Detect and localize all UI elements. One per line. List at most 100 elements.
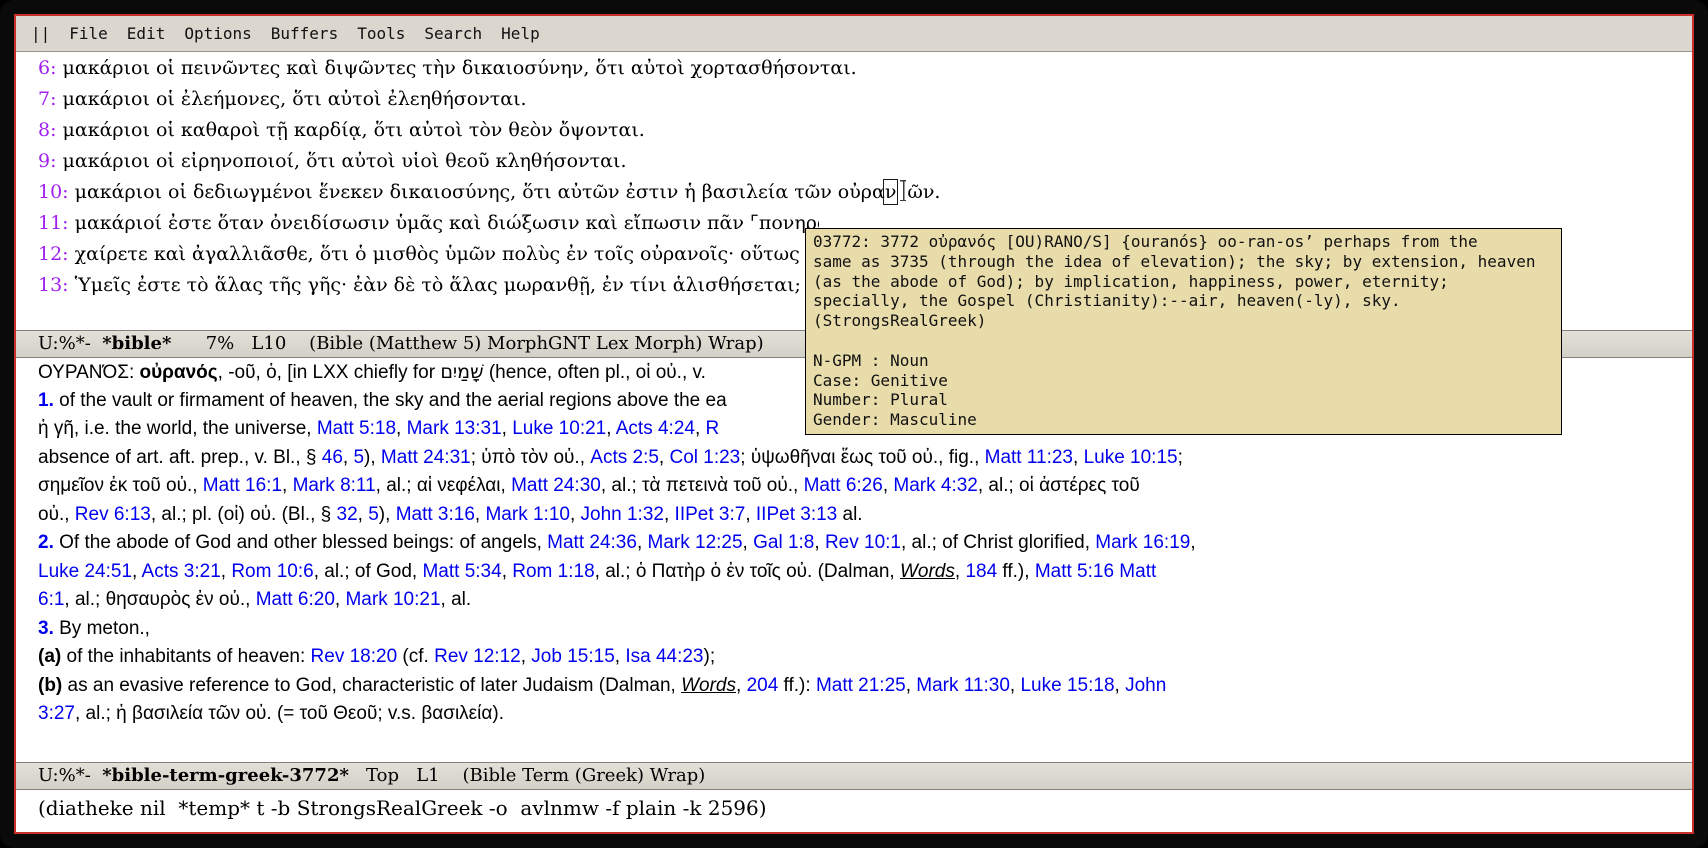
bible-reference-link[interactable]: Matt 6:26 xyxy=(804,475,883,496)
menu-search[interactable]: Search xyxy=(424,24,482,43)
bible-reference-link[interactable]: Rom 10:6 xyxy=(231,561,313,582)
bible-reference-link[interactable]: Matt 24:30 xyxy=(511,475,601,496)
text-segment: Top L1 (Bible Term (Greek) Wrap) xyxy=(349,765,705,786)
bible-reference-link[interactable]: Matt 21:25 xyxy=(816,675,906,696)
text-segment: , -οῦ, ὁ, [in LXX chiefly for xyxy=(218,362,441,383)
text-segment: *bible-term-greek-3772* xyxy=(102,765,349,786)
bible-reference-link[interactable]: 1. xyxy=(38,390,54,411)
bible-reference-link[interactable]: IIPet 3:13 xyxy=(756,504,837,525)
text-segment: , xyxy=(743,532,754,553)
bible-reference-link[interactable]: John 1:32 xyxy=(581,504,664,525)
menu-buffers[interactable]: Buffers xyxy=(271,24,338,43)
bible-reference-link[interactable]: Acts 3:21 xyxy=(142,561,221,582)
text-segment: , xyxy=(1010,675,1021,696)
bible-reference-link[interactable]: 46 xyxy=(322,447,343,468)
text-segment: , al. xyxy=(441,589,472,610)
text-segment: μακάριοι οἱ πεινῶντες καὶ διψῶντες τὴν δ… xyxy=(57,57,857,79)
bible-verse-line-13: 13: Ὑμεῖς ἐστε τὸ ἅλας τῆς γῆς· ἐὰν δὲ τ… xyxy=(16,270,819,301)
bible-reference-link[interactable]: Acts 4:24 xyxy=(616,418,695,439)
bible-reference-link[interactable]: Luke 24:51 xyxy=(38,561,132,582)
text-segment: (a) xyxy=(38,646,61,667)
bible-reference-link[interactable]: 6:1 xyxy=(38,589,64,610)
bible-reference-link[interactable]: Col 1:23 xyxy=(669,447,740,468)
bible-reference-link[interactable]: Luke 10:15 xyxy=(1084,447,1178,468)
text-segment: , xyxy=(664,504,675,525)
lexicon-line: ἡ γῆ, i.e. the world, the universe, Matt… xyxy=(16,415,819,444)
text-segment: , al.; αἱ νεφέλαι, xyxy=(376,475,511,496)
bible-reference-link[interactable]: 32 xyxy=(337,504,358,525)
verse-number: 6: xyxy=(38,57,57,79)
bible-reference-link[interactable]: Luke 15:18 xyxy=(1020,675,1114,696)
bible-reference-link[interactable]: Gal 1:8 xyxy=(753,532,814,553)
tooltip-line: Case: Genitive xyxy=(813,371,1554,391)
text-segment: By meton., xyxy=(54,618,150,639)
bible-reference-link[interactable]: Job 15:15 xyxy=(531,646,614,667)
bible-reference-link[interactable]: Matt 3:16 xyxy=(396,504,475,525)
bible-reference-link[interactable]: 2. xyxy=(38,532,54,553)
bible-reference-link[interactable]: 3:27 xyxy=(38,703,75,724)
bible-reference-link[interactable]: Rev 6:13 xyxy=(75,504,151,525)
text-segment: as an evasive reference to God, characte… xyxy=(62,675,681,696)
buffer-indicator[interactable]: || xyxy=(31,24,50,43)
text-segment: , xyxy=(1073,447,1084,468)
bible-reference-link[interactable]: Acts 2:5 xyxy=(590,447,659,468)
bible-reference-link[interactable]: Matt 5:34 xyxy=(422,561,501,582)
text-segment: μακάριοί ἐστε ὅταν ὀνειδίσωσιν ὑμᾶς καὶ … xyxy=(69,212,819,234)
bible-reference-link[interactable]: 3. xyxy=(38,618,54,639)
bible-reference-link[interactable]: Matt 24:36 xyxy=(547,532,637,553)
text-segment: , xyxy=(1190,532,1195,553)
text-segment: σημεῖον ἐκ τοῦ οὐ., xyxy=(38,475,203,496)
lexicon-line: (b) as an evasive reference to God, char… xyxy=(16,672,1692,701)
bible-reference-link[interactable]: Matt 24:31 xyxy=(381,447,471,468)
bible-reference-link[interactable]: Rev 10:1 xyxy=(825,532,901,553)
lexicon-line: 3. By meton., xyxy=(16,615,1692,644)
bible-reference-link[interactable]: John xyxy=(1125,675,1166,696)
bible-reference-link[interactable]: 5 xyxy=(368,504,379,525)
text-segment: ), xyxy=(364,447,381,468)
text-segment: (hence, often pl., οἱ οὐ., v. xyxy=(484,362,706,383)
text-segment: , xyxy=(745,504,756,525)
bible-reference-link[interactable]: Rev 18:20 xyxy=(311,646,398,667)
bible-reference-link[interactable]: IIPet 3:7 xyxy=(675,504,746,525)
text-segment: ff.), xyxy=(997,561,1035,582)
bible-reference-link[interactable]: Isa 44:23 xyxy=(625,646,703,667)
bible-reference-link[interactable]: 204 xyxy=(747,675,779,696)
bible-reference-link[interactable]: Luke 10:21 xyxy=(512,418,606,439)
bible-reference-link[interactable]: Mark 11:30 xyxy=(916,675,1010,696)
bible-reference-link[interactable]: Rev 12:12 xyxy=(434,646,521,667)
bible-reference-link[interactable]: Matt 5:18 xyxy=(317,418,396,439)
bible-reference-link[interactable]: Rom 1:18 xyxy=(512,561,594,582)
bible-reference-link[interactable]: Mark 1:10 xyxy=(485,504,569,525)
bible-reference-link[interactable]: Mark 12:25 xyxy=(648,532,743,553)
modeline-lexicon-buffer[interactable]: U:%*- *bible-term-greek-3772* Top L1 (Bi… xyxy=(16,762,1692,790)
text-segment: , xyxy=(521,646,532,667)
menu-bar[interactable]: || File Edit Options Buffers Tools Search Help xyxy=(16,16,1692,52)
menu-edit[interactable]: Edit xyxy=(127,24,166,43)
bible-reference-link[interactable]: Matt 6:20 xyxy=(256,589,335,610)
verse-number: 12: xyxy=(38,243,69,265)
bible-reference-link[interactable]: Mark 8:11 xyxy=(293,475,376,496)
text-segment: , xyxy=(475,504,486,525)
bible-reference-link[interactable]: Mark 13:31 xyxy=(407,418,502,439)
verse-number: 11: xyxy=(38,212,69,234)
bible-reference-link[interactable]: Mark 10:21 xyxy=(345,589,440,610)
text-segment: , al.; τὰ πετεινὰ τοῦ οὐ., xyxy=(601,475,804,496)
menu-help[interactable]: Help xyxy=(501,24,540,43)
menu-options[interactable]: Options xyxy=(184,24,251,43)
text-segment: Ὑμεῖς ἐστε τὸ ἅλας τῆς γῆς· ἐὰν δὲ τὸ ἅλ… xyxy=(69,274,819,296)
bible-reference-link[interactable]: Matt 16:1 xyxy=(203,475,282,496)
bible-reference-link[interactable]: R xyxy=(706,418,720,439)
ibeam-pointer-icon xyxy=(900,180,906,201)
bible-reference-link[interactable]: Matt 11:23 xyxy=(985,447,1073,468)
bible-reference-link[interactable]: 184 xyxy=(965,561,997,582)
text-segment: , xyxy=(659,447,670,468)
minibuffer[interactable]: (diatheke nil *temp* t -b StrongsRealGre… xyxy=(16,790,1692,832)
bible-reference-link[interactable]: Matt 5:16 Matt xyxy=(1035,561,1156,582)
bible-reference-link[interactable]: Mark 4:32 xyxy=(893,475,977,496)
menu-file[interactable]: File xyxy=(69,24,108,43)
text-segment: , xyxy=(502,561,513,582)
bible-reference-link[interactable]: Mark 16:19 xyxy=(1095,532,1190,553)
menu-tools[interactable]: Tools xyxy=(357,24,405,43)
text-segment: , xyxy=(358,504,369,525)
bible-reference-link[interactable]: 5 xyxy=(353,447,364,468)
